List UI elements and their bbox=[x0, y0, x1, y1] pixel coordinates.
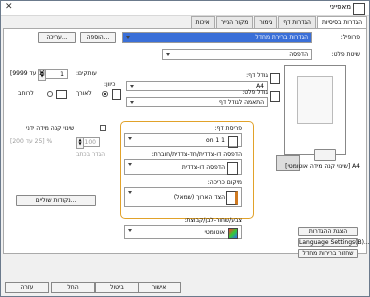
scaling-input[interactable]: 100 bbox=[82, 137, 100, 147]
help-button[interactable]: עזרה bbox=[5, 282, 49, 293]
copies-label: עותקים: bbox=[76, 70, 97, 77]
duplex-label: הדפסה דו-צדדית/חד-צדדית/חוברת: bbox=[151, 151, 242, 158]
edit-profile-button[interactable]: עריכה... bbox=[38, 32, 76, 43]
color-icon bbox=[228, 228, 238, 239]
tab-page-setup[interactable]: הגדרות דף bbox=[278, 16, 316, 28]
page-layout-select[interactable]: 1 on 1 bbox=[124, 133, 242, 148]
layout-icon bbox=[228, 136, 238, 148]
paper-size-icon bbox=[270, 73, 280, 84]
manual-scaling-checkbox[interactable] bbox=[100, 125, 106, 131]
tab-bar: הגדרות בסיסיות הגדרות דף גימור מקור הניי… bbox=[190, 16, 367, 29]
fit-long-edge-label: הגדר בכתב bbox=[76, 151, 106, 158]
printer-icon bbox=[353, 3, 365, 15]
binding-select[interactable]: הצד הארוך (שמאל) bbox=[124, 187, 242, 207]
portrait-label: לאורך bbox=[76, 90, 92, 97]
output-method-select[interactable]: הדפסה bbox=[162, 49, 312, 60]
manual-scaling-label: שינוי קנה מידה ידני bbox=[26, 125, 75, 132]
profile-select[interactable]: הגדרות ברירת מחדל bbox=[122, 32, 312, 43]
close-icon[interactable]: ✕ bbox=[5, 2, 13, 12]
copies-input[interactable]: 1 bbox=[44, 69, 68, 79]
scaling-spinner[interactable]: ▲ ▼ bbox=[76, 137, 84, 149]
window-title: מאפייני bbox=[329, 3, 351, 11]
ok-button[interactable]: אישור bbox=[137, 282, 181, 293]
binding-icon bbox=[226, 191, 238, 205]
profile-label: פרופיל: bbox=[340, 34, 360, 41]
output-size-select[interactable]: התאמה לגודל דף bbox=[126, 97, 268, 107]
paper-size-label: גודל דף: bbox=[246, 72, 268, 79]
binding-label: מיקום כריכה: bbox=[207, 179, 242, 186]
page-preview bbox=[284, 65, 346, 155]
title-bar: ✕ מאפייני bbox=[1, 1, 369, 16]
margin-settings-button[interactable]: נקודות שוליים... bbox=[16, 195, 96, 206]
restore-defaults-button[interactable]: שחזור ברירות מחדל bbox=[298, 249, 358, 258]
preview-caption: A4 [שינוי קנה מידה אוטומטי] bbox=[285, 163, 360, 170]
apply-button[interactable]: החל bbox=[51, 282, 95, 293]
tab-finishing[interactable]: גימור bbox=[254, 16, 278, 28]
cancel-button[interactable]: ביטול bbox=[95, 282, 139, 293]
color-mode-select[interactable]: אוטומטי bbox=[124, 225, 242, 239]
portrait-radio[interactable] bbox=[102, 91, 108, 97]
copies-range: [1 עד 9999] bbox=[10, 70, 45, 77]
preview-mode-button[interactable] bbox=[314, 149, 336, 161]
properties-dialog: ✕ מאפייני הגדרות בסיסיות הגדרות דף גימור… bbox=[0, 0, 370, 297]
tab-paper-source[interactable]: מקור הנייר bbox=[215, 16, 254, 28]
output-size-label: גודל פלט: bbox=[242, 89, 268, 96]
language-settings-button[interactable]: Language Settings(B)... bbox=[298, 238, 370, 247]
landscape-radio[interactable] bbox=[47, 91, 53, 97]
landscape-label: לרוחב bbox=[18, 90, 34, 97]
duplex-select[interactable]: הדפסה דו-צדדית bbox=[124, 159, 242, 175]
tab-quality[interactable]: איכות bbox=[190, 16, 215, 28]
add-profile-button[interactable]: הוספה... bbox=[80, 32, 116, 43]
settings-panel: פרופיל: הגדרות ברירת מחדל הוספה... עריכה… bbox=[3, 28, 370, 258]
output-size-icon bbox=[270, 91, 280, 102]
color-mode-label: צבע/שחור-לבן/קבוצת: bbox=[184, 217, 242, 224]
duplex-icon bbox=[227, 162, 238, 175]
orientation-label: כיוון: bbox=[104, 81, 116, 88]
landscape-icon bbox=[56, 90, 67, 99]
page-layout-label: פריסת דף: bbox=[214, 125, 242, 132]
show-settings-button[interactable]: הצגת ההגדרות bbox=[298, 227, 358, 236]
scaling-range: % [25 עד 200] bbox=[10, 138, 53, 145]
portrait-icon bbox=[112, 89, 121, 100]
output-method-label: שיטת פלט: bbox=[331, 51, 360, 58]
